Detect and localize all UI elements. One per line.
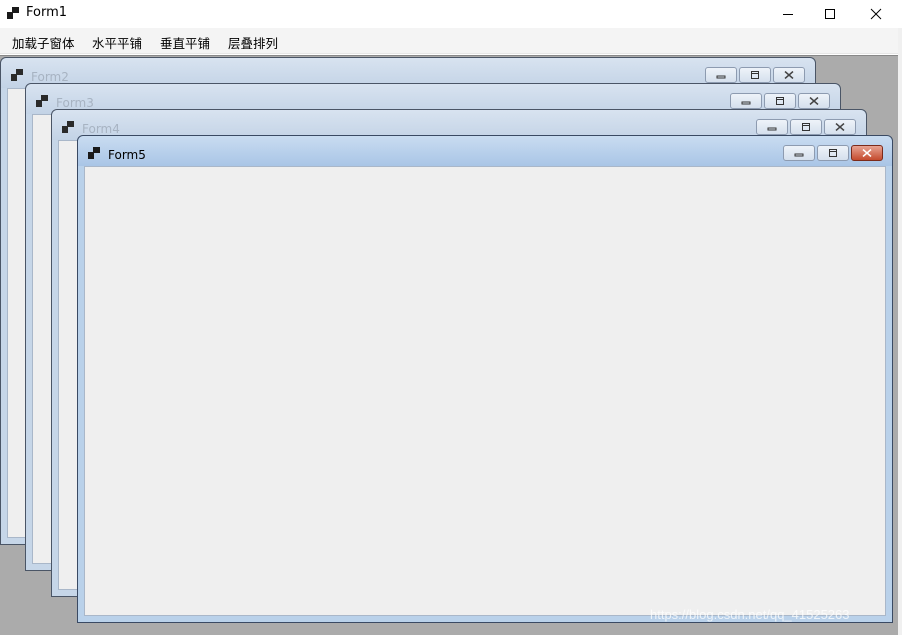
child-title-bar[interactable] bbox=[78, 136, 892, 166]
child-minimize-icon bbox=[794, 153, 804, 157]
menu-item-cascade[interactable]: 层叠排列 bbox=[228, 33, 278, 52]
child-restore-button[interactable] bbox=[739, 67, 771, 83]
main-window: Form1 加载子窗体 水平平铺 垂直平铺 层叠排列 Form2 Form3 F… bbox=[0, 0, 902, 635]
child-minimize-icon bbox=[767, 127, 777, 131]
minimize-button[interactable] bbox=[765, 0, 811, 28]
child-minimize-button[interactable] bbox=[756, 119, 788, 135]
child-close-button[interactable] bbox=[851, 145, 883, 161]
window-right-border bbox=[898, 28, 902, 635]
child-title: Form2 bbox=[31, 70, 69, 84]
child-minimize-button[interactable] bbox=[705, 67, 737, 83]
menu-item-load-child[interactable]: 加载子窗体 bbox=[12, 33, 75, 52]
child-close-button[interactable] bbox=[824, 119, 856, 135]
child-close-icon bbox=[862, 149, 872, 157]
child-title: Form5 bbox=[108, 148, 146, 162]
form-icon bbox=[11, 69, 23, 81]
form-icon bbox=[36, 95, 48, 107]
menu-bar: 加载子窗体 水平平铺 垂直平铺 层叠排列 bbox=[0, 28, 898, 54]
mdi-client-area: Form2 Form3 Form4 Form5 bbox=[0, 55, 898, 635]
app-icon bbox=[7, 7, 19, 19]
child-window-form5[interactable]: Form5 bbox=[77, 135, 893, 623]
child-restore-icon bbox=[776, 97, 784, 105]
menu-item-tile-vertical[interactable]: 垂直平铺 bbox=[160, 33, 210, 52]
title-bar[interactable]: Form1 bbox=[0, 0, 902, 28]
maximize-button[interactable] bbox=[807, 0, 853, 28]
child-restore-button[interactable] bbox=[817, 145, 849, 161]
child-title: Form3 bbox=[56, 96, 94, 110]
child-close-icon bbox=[835, 123, 845, 131]
watermark: https://blog.csdn.net/qq_41525263 bbox=[650, 607, 850, 622]
child-close-button[interactable] bbox=[798, 93, 830, 109]
child-close-button[interactable] bbox=[773, 67, 805, 83]
window-title: Form1 bbox=[26, 5, 68, 20]
child-restore-icon bbox=[829, 149, 837, 157]
child-minimize-icon bbox=[741, 101, 751, 105]
minimize-icon bbox=[783, 14, 793, 15]
child-restore-button[interactable] bbox=[790, 119, 822, 135]
close-icon bbox=[870, 8, 882, 20]
menu-item-tile-horizontal[interactable]: 水平平铺 bbox=[92, 33, 142, 52]
form-icon bbox=[88, 147, 100, 159]
child-client-area bbox=[84, 166, 886, 616]
child-title: Form4 bbox=[82, 122, 120, 136]
child-close-icon bbox=[809, 97, 819, 105]
child-minimize-button[interactable] bbox=[730, 93, 762, 109]
form-icon bbox=[62, 121, 74, 133]
child-restore-button[interactable] bbox=[764, 93, 796, 109]
child-close-icon bbox=[784, 71, 794, 79]
child-minimize-icon bbox=[716, 75, 726, 79]
maximize-icon bbox=[825, 9, 835, 19]
close-button[interactable] bbox=[853, 0, 899, 28]
child-restore-icon bbox=[751, 71, 759, 79]
child-restore-icon bbox=[802, 123, 810, 131]
child-minimize-button[interactable] bbox=[783, 145, 815, 161]
